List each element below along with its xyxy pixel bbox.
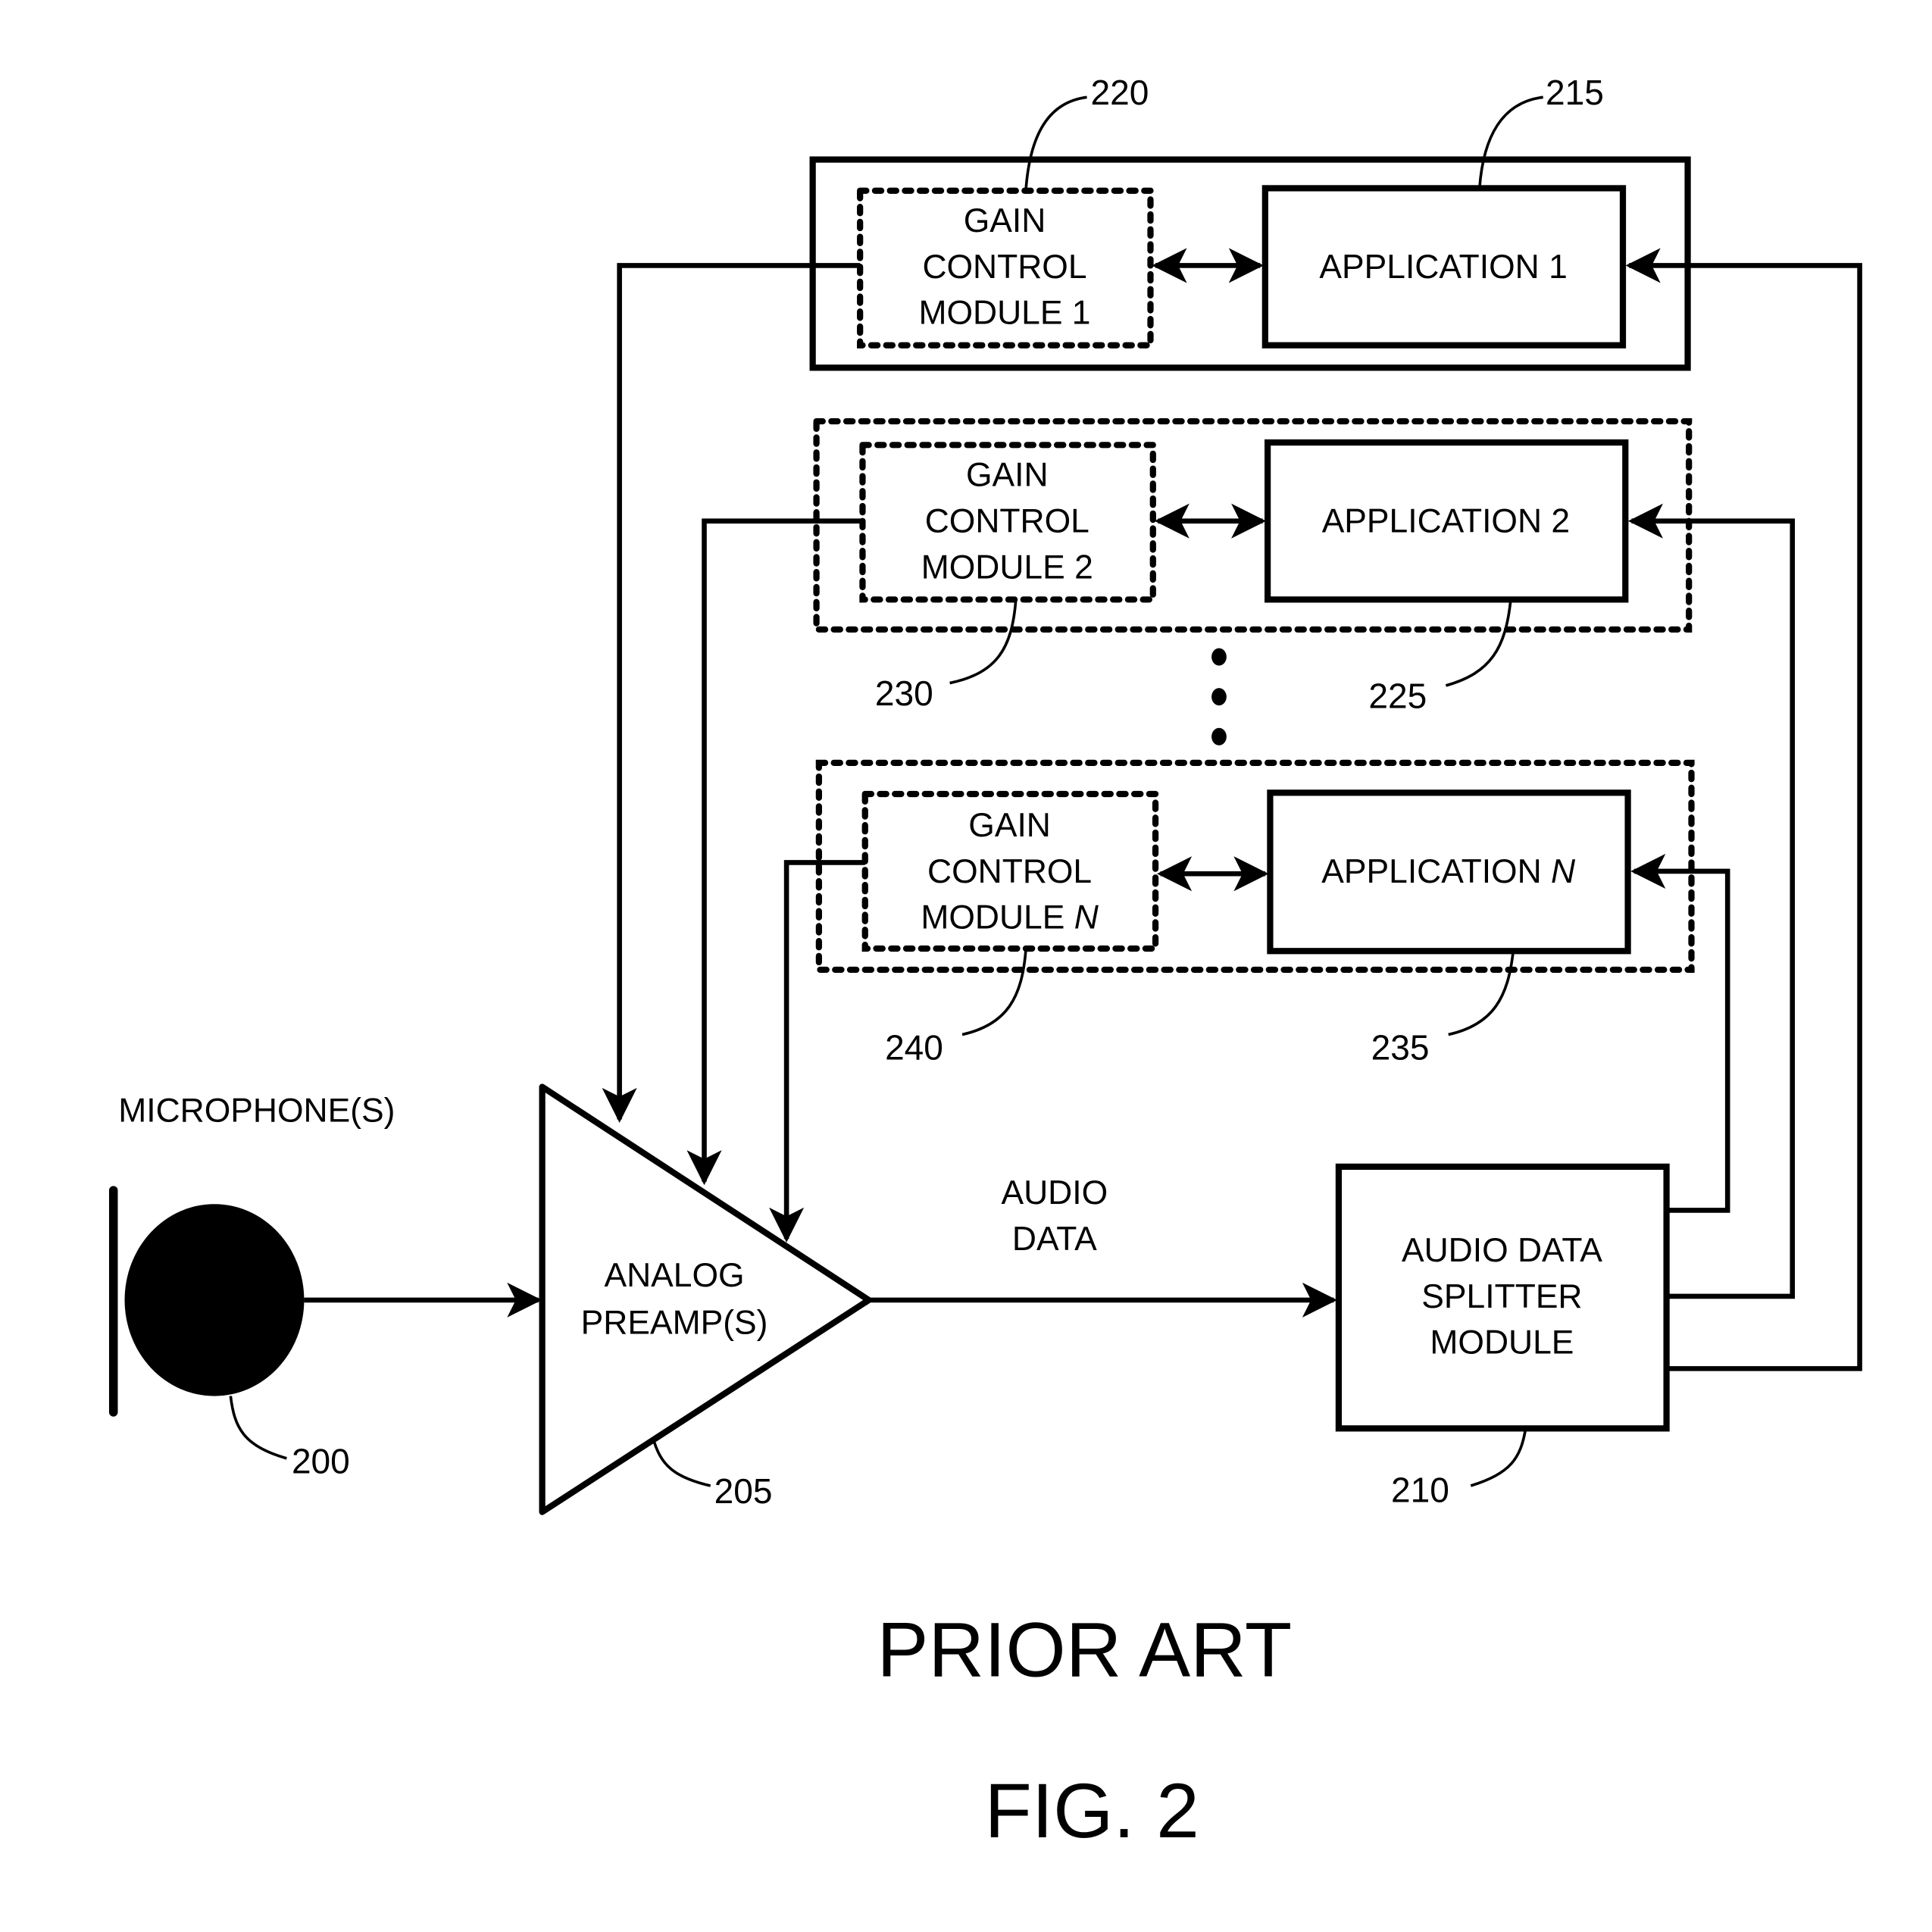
ref-215: 215	[1546, 73, 1604, 112]
application-1-label: APPLICATION 1	[1319, 249, 1567, 286]
gain-n-to-preamp-line	[769, 860, 865, 1243]
ref-240: 240	[885, 1027, 943, 1067]
ref-205: 205	[714, 1471, 773, 1511]
vertical-ellipsis-icon	[1211, 648, 1227, 746]
microphone: MICROPHONE(S) 200	[108, 1093, 395, 1481]
gain-control-module-1-line-2: CONTROL	[922, 249, 1086, 286]
variable-n: N	[1074, 899, 1099, 936]
group-n: GAIN CONTROL MODULE N APPLICATION N 240 …	[815, 759, 1695, 1067]
splitter-line-2: SPLITTER	[1421, 1278, 1582, 1315]
ref-230: 230	[875, 674, 933, 713]
audio-data-label-line-1: AUDIO	[1001, 1174, 1108, 1211]
splitter-line-3: MODULE	[1430, 1324, 1574, 1361]
gain-control-module-2-line-3: MODULE 2	[921, 549, 1093, 586]
preamp-line-2: PREAMP(S)	[581, 1304, 768, 1341]
gain-control-module-2-line-1: GAIN	[966, 457, 1049, 494]
ref-210-leader	[1470, 1428, 1527, 1487]
gain-1-to-preamp-line	[602, 263, 861, 1123]
ref-225-leader	[1445, 599, 1512, 687]
application-n-label: APPLICATION N	[1321, 853, 1576, 890]
figure-caption: FIG. 2	[984, 1768, 1199, 1854]
block-diagram: GAIN CONTROL MODULE 1 APPLICATION 1 220 …	[108, 73, 1862, 1854]
splitter-to-application-n-line	[1630, 853, 1730, 1213]
splitter-line-1: AUDIO DATA	[1402, 1232, 1602, 1269]
ref-200: 200	[292, 1442, 350, 1481]
preamp-line-1: ANALOG	[604, 1257, 744, 1294]
audio-data-splitter: AUDIO DATA SPLITTER MODULE 210	[1335, 1163, 1670, 1509]
audio-data-label-line-2: DATA	[1012, 1221, 1097, 1258]
application-2-label: APPLICATION 2	[1322, 502, 1570, 539]
gain-control-module-1-line-1: GAIN	[964, 202, 1046, 239]
prior-art-label: PRIOR ART	[877, 1607, 1292, 1693]
ref-230-leader	[949, 599, 1018, 685]
gain-control-module-n-line-3: MODULE N	[921, 899, 1099, 936]
ref-200-leader	[229, 1396, 287, 1460]
ref-205-leader	[652, 1438, 711, 1487]
gain-control-module-n-line-1: GAIN	[968, 807, 1051, 844]
ref-220: 220	[1091, 73, 1149, 112]
variable-n: N	[1551, 853, 1576, 890]
ref-210: 210	[1391, 1470, 1449, 1509]
group-2: GAIN CONTROL MODULE 2 APPLICATION 2 230 …	[813, 417, 1693, 715]
gain-control-module-1-line-3: MODULE 1	[918, 295, 1090, 332]
ref-235: 235	[1371, 1027, 1430, 1067]
ref-240-leader	[961, 949, 1027, 1036]
gain-control-module-2-line-2: CONTROL	[925, 502, 1089, 539]
microphone-icon	[124, 1204, 305, 1396]
group-1: GAIN CONTROL MODULE 1 APPLICATION 1 220 …	[809, 73, 1691, 371]
ref-235-leader	[1448, 951, 1515, 1036]
ref-225: 225	[1368, 676, 1427, 715]
microphone-label: MICROPHONE(S)	[118, 1093, 395, 1130]
gain-2-to-preamp-line	[686, 518, 863, 1186]
gain-control-module-n-line-2: CONTROL	[927, 853, 1092, 890]
